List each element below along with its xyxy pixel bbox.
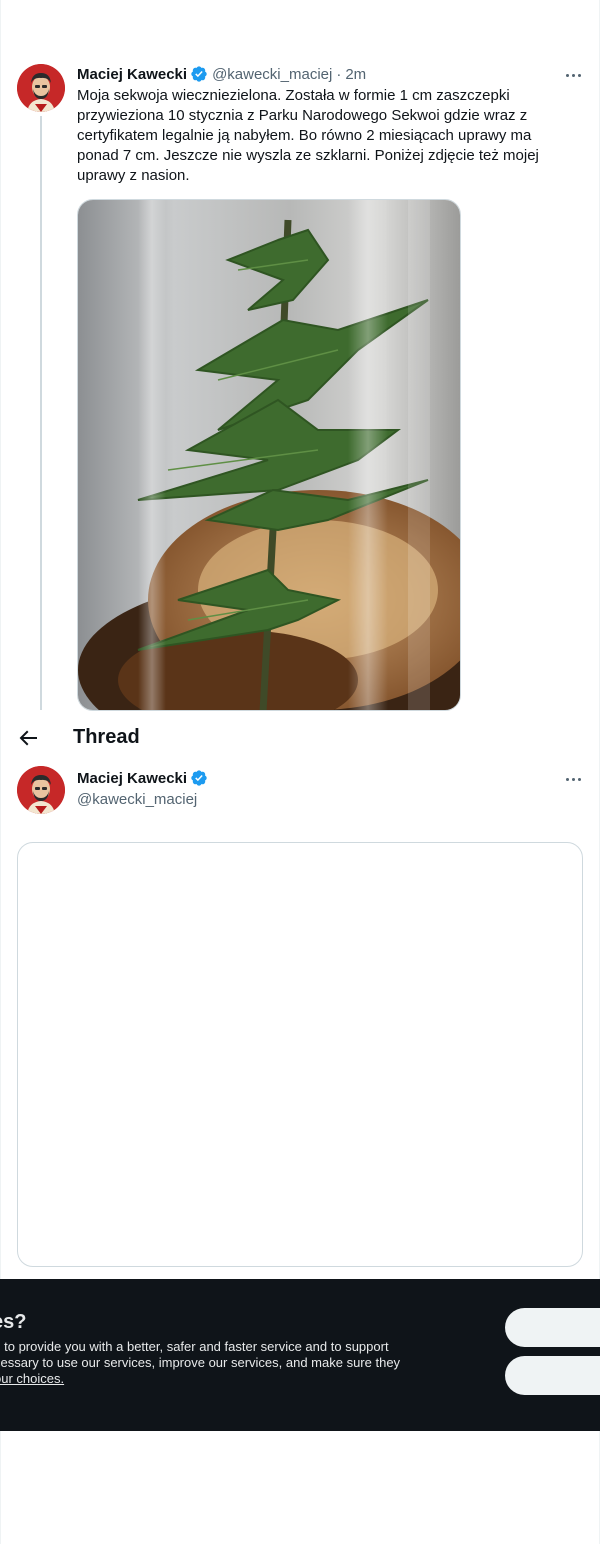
tweet-header: Maciej Kawecki @kawecki_maciej · 2m — [77, 64, 366, 84]
author-name[interactable]: Maciej Kawecki — [77, 66, 187, 83]
timestamp[interactable]: 2m — [345, 66, 366, 83]
main-avatar[interactable] — [17, 766, 65, 814]
cookie-accept-button[interactable] — [505, 1308, 600, 1347]
cookie-banner-title: es? — [0, 1311, 27, 1333]
page-title: Thread — [73, 726, 140, 748]
avatar[interactable] — [17, 64, 65, 112]
verified-badge-icon[interactable] — [190, 65, 208, 83]
embedded-content-card[interactable] — [17, 842, 583, 1267]
cookie-banner-text: s to provide you with a better, safer an… — [0, 1339, 434, 1387]
cookie-text-line-2: cessary to use our services, improve our… — [0, 1355, 401, 1370]
more-horizontal-icon[interactable] — [563, 769, 583, 789]
verified-badge-icon[interactable] — [190, 769, 208, 787]
main-tweet-header: Maciej Kawecki @kawecki_maciej — [77, 768, 212, 809]
arrow-left-icon[interactable] — [16, 726, 40, 750]
main-author-handle[interactable]: @kawecki_maciej — [77, 789, 212, 809]
cookie-text-line-1: s to provide you with a better, safer an… — [0, 1339, 389, 1354]
cookie-banner: es? s to provide you with a better, safe… — [0, 1279, 600, 1431]
tweet-text: Moja sekwoja wiecznie­zielona. Została w… — [77, 87, 539, 184]
author-handle[interactable]: @kawecki_maciej — [212, 66, 332, 83]
main-author-name[interactable]: Maciej Kawecki — [77, 770, 187, 787]
cookie-choices-link[interactable]: our choices. — [0, 1371, 64, 1386]
tweet-photo[interactable] — [77, 199, 461, 711]
separator-dot: · — [336, 65, 342, 83]
thread-header: Thread — [0, 716, 600, 760]
thread-connector-line — [40, 116, 42, 710]
cookie-refuse-button[interactable] — [505, 1356, 600, 1395]
more-horizontal-icon[interactable] — [563, 65, 583, 85]
